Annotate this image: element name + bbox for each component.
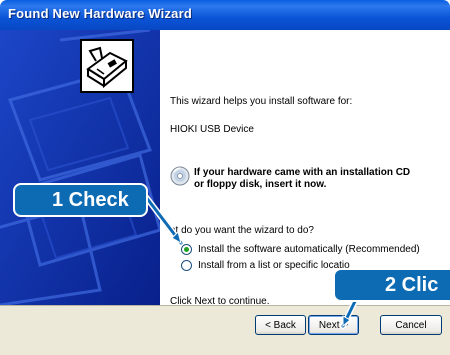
option-auto-label[interactable]: Install the software automatically (Reco… — [198, 244, 420, 255]
device-name: HIOKI USB Device — [170, 124, 254, 135]
question-text: at do you want the wizard to do? — [170, 225, 314, 236]
step2-label: 2 Clic — [385, 274, 439, 296]
step1-label: 1 Check — [52, 189, 129, 211]
hardware-card-icon — [80, 39, 134, 93]
cancel-button[interactable]: Cancel — [380, 315, 442, 335]
cd-icon — [170, 166, 190, 186]
step2-callout: 2 Clic — [333, 268, 450, 302]
button-bar: < Back Next > Cancel — [0, 305, 450, 355]
radio-install-auto[interactable] — [181, 244, 192, 255]
step1-callout: 1 Check — [13, 183, 148, 217]
wizard-window: Found New Hardware Wizard This wizard he… — [0, 0, 450, 355]
radio-install-manual[interactable] — [181, 260, 192, 271]
option-manual-label[interactable]: Install from a list or specific locatio — [198, 260, 350, 271]
cd-hint-line1: If your hardware came with an installati… — [194, 167, 411, 178]
back-button[interactable]: < Back — [255, 315, 306, 335]
window-title: Found New Hardware Wizard — [8, 6, 193, 21]
intro-text: This wizard helps you install software f… — [170, 96, 353, 107]
side-graphic-panel — [0, 30, 160, 305]
wizard-content: This wizard helps you install software f… — [160, 30, 450, 307]
title-bar: Found New Hardware Wizard — [0, 0, 450, 30]
cd-hint-line2: or floppy disk, insert it now. — [194, 179, 327, 190]
next-button[interactable]: Next > — [308, 315, 359, 335]
